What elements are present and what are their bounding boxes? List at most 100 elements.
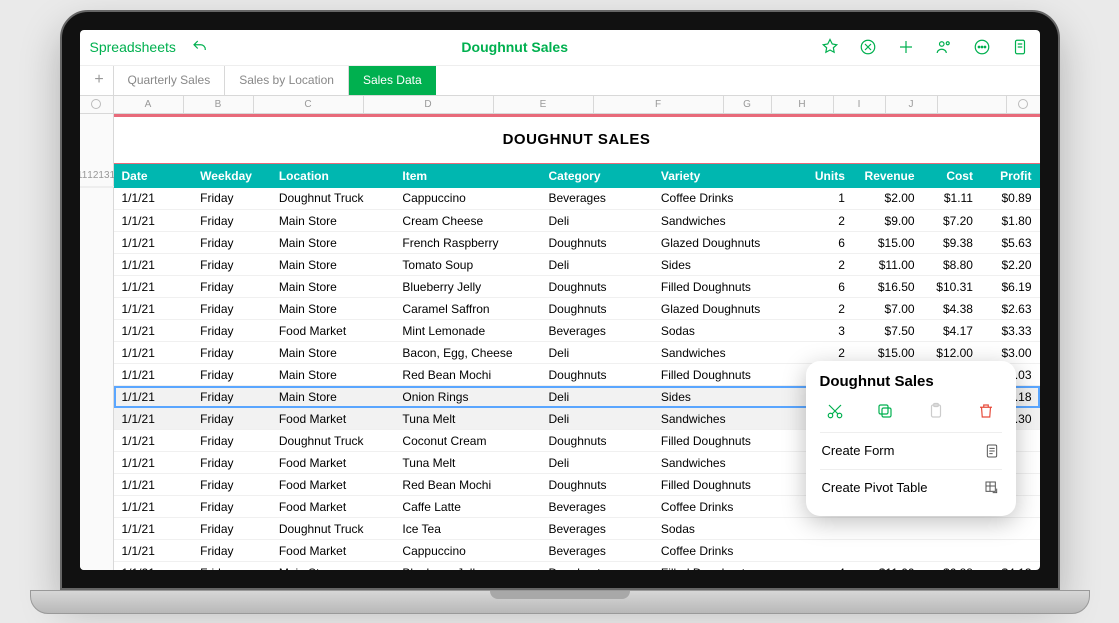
cell[interactable]: 1/1/21 (114, 364, 193, 386)
cell[interactable]: Friday (192, 298, 271, 320)
cell[interactable] (923, 540, 981, 562)
cell[interactable]: Tuna Melt (394, 408, 540, 430)
table-row[interactable]: 1/1/21FridayFood MarketCappuccinoBeverag… (114, 540, 1040, 562)
col-letter[interactable]: A (114, 96, 184, 113)
cell[interactable]: Sandwiches (653, 342, 799, 364)
col-header[interactable]: Cost (923, 163, 981, 188)
cell[interactable]: Beverages (541, 320, 653, 342)
cell[interactable]: $2.63 (981, 298, 1040, 320)
cell[interactable]: Main Store (271, 386, 395, 408)
col-letter[interactable]: G (724, 96, 772, 113)
cell[interactable]: 6 (799, 276, 853, 298)
cell[interactable]: Coffee Drinks (653, 188, 799, 210)
cell[interactable]: Blueberry Jelly (394, 276, 540, 298)
cell[interactable]: 1/1/21 (114, 562, 193, 570)
cell[interactable]: Friday (192, 452, 271, 474)
cell[interactable]: 1/1/21 (114, 452, 193, 474)
cell[interactable]: Sandwiches (653, 408, 799, 430)
cell[interactable]: Doughnuts (541, 562, 653, 570)
cell[interactable]: $15.00 (853, 232, 923, 254)
cell[interactable]: Deli (541, 452, 653, 474)
cell[interactable]: Beverages (541, 518, 653, 540)
cell[interactable]: $6.19 (981, 276, 1040, 298)
col-header[interactable]: Profit (981, 163, 1040, 188)
cell[interactable]: Friday (192, 496, 271, 518)
cell[interactable]: Food Market (271, 540, 395, 562)
tab-sales-by-location[interactable]: Sales by Location (225, 66, 349, 95)
cell[interactable]: Onion Rings (394, 386, 540, 408)
cell[interactable]: Doughnuts (541, 430, 653, 452)
cell[interactable]: 6 (799, 232, 853, 254)
cell[interactable]: $11.00 (853, 254, 923, 276)
style-icon[interactable] (858, 37, 878, 57)
cell[interactable]: 2 (799, 254, 853, 276)
cell[interactable]: Glazed Doughnuts (653, 232, 799, 254)
cell[interactable]: Filled Doughnuts (653, 276, 799, 298)
cell[interactable]: Friday (192, 562, 271, 570)
create-form-button[interactable]: Create Form (820, 432, 1002, 469)
doc-icon[interactable] (1010, 37, 1030, 57)
cell[interactable]: $9.38 (923, 232, 981, 254)
cell[interactable]: Friday (192, 430, 271, 452)
col-letter[interactable]: C (254, 96, 364, 113)
cell[interactable]: Tuna Melt (394, 452, 540, 474)
cell[interactable]: Main Store (271, 298, 395, 320)
cell[interactable]: 1/1/21 (114, 430, 193, 452)
cell[interactable]: $16.50 (853, 276, 923, 298)
col-header[interactable]: Category (541, 163, 653, 188)
cell[interactable]: Friday (192, 540, 271, 562)
cell[interactable]: Food Market (271, 320, 395, 342)
cell[interactable]: Food Market (271, 474, 395, 496)
table-row[interactable]: 1/1/21FridayMain StoreTomato SoupDeliSid… (114, 254, 1040, 276)
cell[interactable]: Main Store (271, 254, 395, 276)
cell[interactable]: Friday (192, 386, 271, 408)
cell[interactable]: Friday (192, 188, 271, 210)
cell[interactable]: $8.80 (923, 254, 981, 276)
cell[interactable]: Filled Doughnuts (653, 562, 799, 570)
cell[interactable]: Doughnut Truck (271, 188, 395, 210)
cell[interactable]: $10.31 (923, 276, 981, 298)
cell[interactable]: $7.00 (853, 298, 923, 320)
collab-icon[interactable] (934, 37, 954, 57)
cell[interactable] (923, 518, 981, 540)
undo-icon[interactable] (190, 37, 210, 57)
cell[interactable] (853, 518, 923, 540)
cell[interactable]: Deli (541, 408, 653, 430)
col-letter[interactable]: D (364, 96, 494, 113)
cell[interactable]: Deli (541, 254, 653, 276)
cell[interactable]: 1/1/21 (114, 386, 193, 408)
cell[interactable]: 2 (799, 210, 853, 232)
cell[interactable]: $4.17 (923, 320, 981, 342)
cell[interactable]: $7.20 (923, 210, 981, 232)
add-sheet-button[interactable]: + (86, 66, 114, 95)
col-letter[interactable]: H (772, 96, 834, 113)
create-pivot-button[interactable]: Create Pivot Table (820, 469, 1002, 506)
cell[interactable] (853, 540, 923, 562)
cell[interactable]: Main Store (271, 364, 395, 386)
cell[interactable]: Sandwiches (653, 452, 799, 474)
table-row[interactable]: 1/1/21FridayMain StoreBlueberry JellyDou… (114, 562, 1040, 570)
cell[interactable]: Doughnuts (541, 364, 653, 386)
more-icon[interactable] (972, 37, 992, 57)
table-row[interactable]: 1/1/21FridayMain StoreFrench RaspberryDo… (114, 232, 1040, 254)
cell[interactable]: 1/1/21 (114, 496, 193, 518)
cell[interactable]: $7.50 (853, 320, 923, 342)
cell[interactable]: Coconut Cream (394, 430, 540, 452)
cell[interactable]: Sodas (653, 518, 799, 540)
cell[interactable]: 4 (799, 562, 853, 570)
cell[interactable]: Main Store (271, 232, 395, 254)
cell[interactable]: Friday (192, 254, 271, 276)
cell[interactable]: Food Market (271, 452, 395, 474)
cell[interactable]: $2.20 (981, 254, 1040, 276)
cell[interactable]: Bacon, Egg, Cheese (394, 342, 540, 364)
cell[interactable]: Filled Doughnuts (653, 364, 799, 386)
cell[interactable]: Food Market (271, 408, 395, 430)
col-header[interactable]: Weekday (192, 163, 271, 188)
cell[interactable]: 1/1/21 (114, 188, 193, 210)
cell[interactable]: Cream Cheese (394, 210, 540, 232)
cell[interactable]: Friday (192, 408, 271, 430)
col-header[interactable]: Location (271, 163, 395, 188)
table-row[interactable]: 1/1/21FridayMain StoreCream CheeseDeliSa… (114, 210, 1040, 232)
cell[interactable]: Friday (192, 276, 271, 298)
cell[interactable]: 1/1/21 (114, 298, 193, 320)
